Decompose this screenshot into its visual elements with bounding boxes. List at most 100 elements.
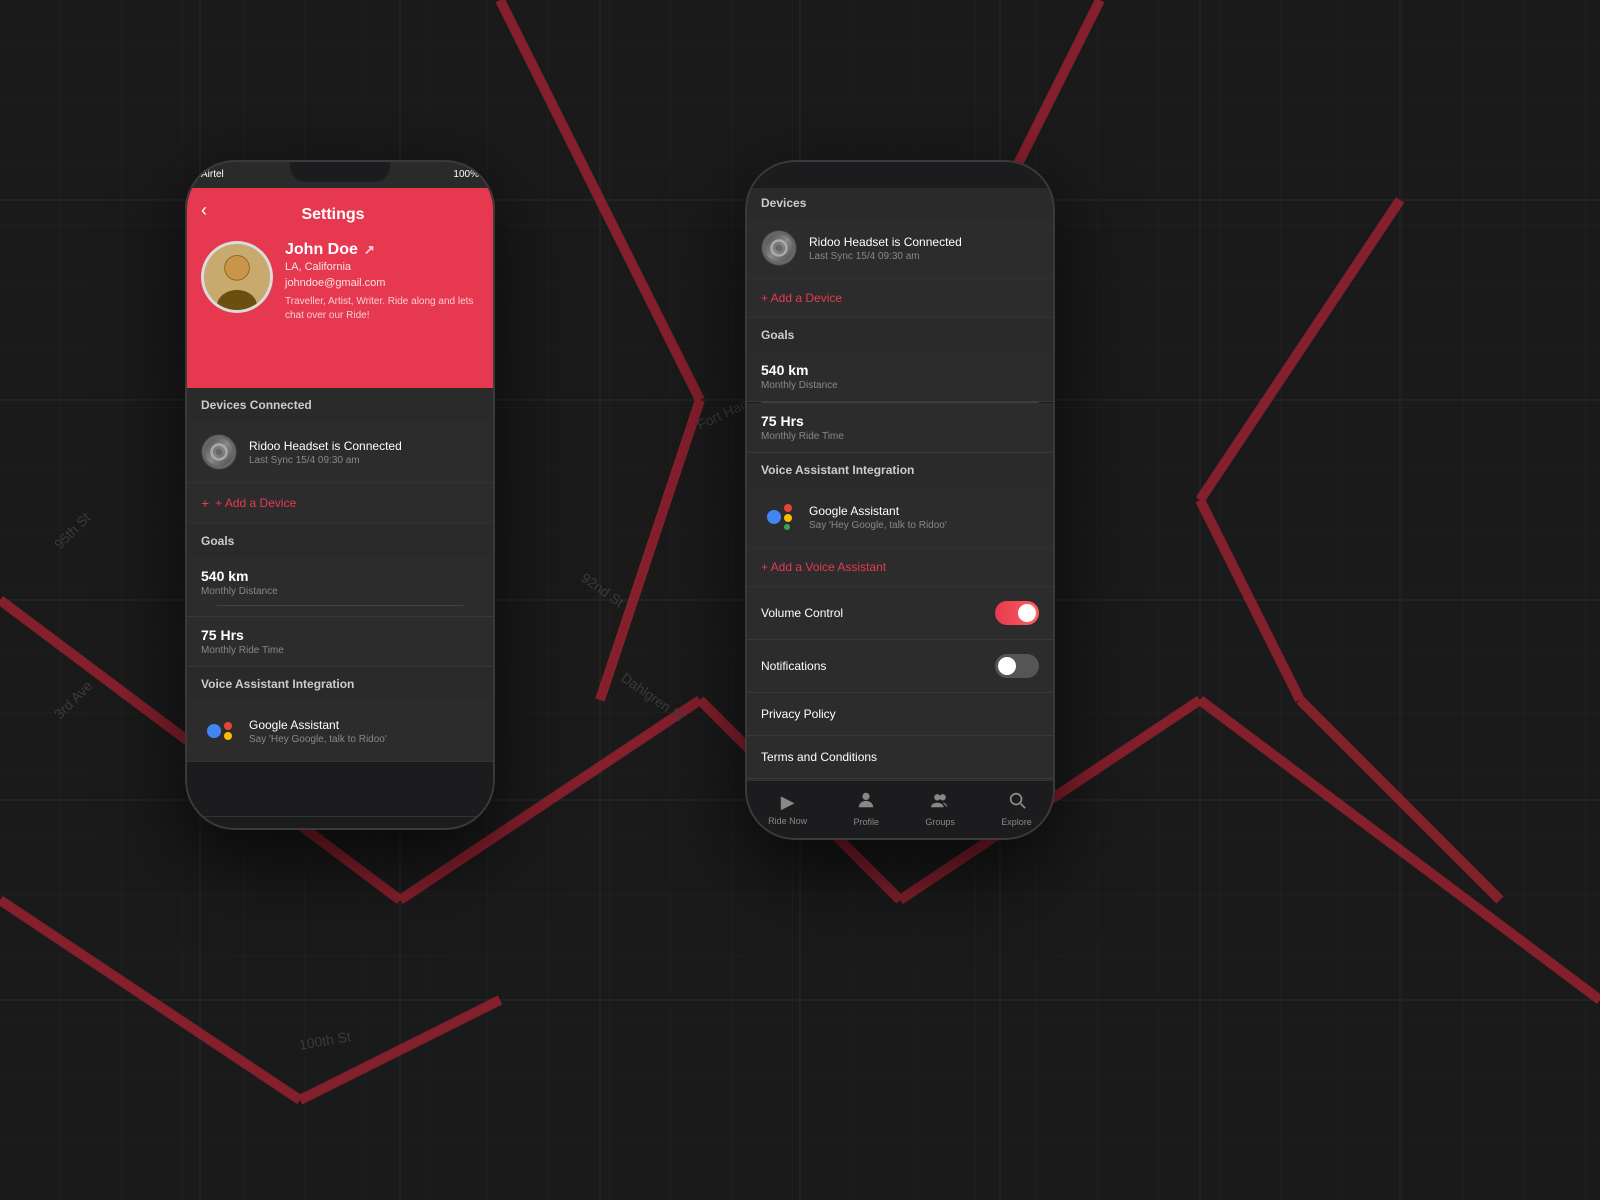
ride-now-icon-right: ▶ [781, 792, 795, 813]
volume-label: Volume Control [761, 606, 843, 620]
goal-value-right-1: 75 Hrs [761, 413, 1039, 429]
goal-item-0: 540 km Monthly Distance [185, 558, 495, 617]
google-dots [207, 722, 232, 740]
nav-ride-now-left[interactable]: ▶ Ride Now [208, 828, 247, 831]
volume-toggle[interactable] [995, 601, 1039, 625]
goal-label-right-1: Monthly Ride Time [761, 431, 1039, 442]
volume-knob [1018, 604, 1036, 622]
add-voice-assistant[interactable]: + Add a Voice Assistant [745, 548, 1055, 587]
explore-label-right: Explore [1001, 817, 1032, 827]
google-dots-right [767, 504, 792, 530]
goal-value-1: 75 Hrs [201, 627, 479, 643]
dot-blue-right [767, 510, 781, 524]
explore-icon [448, 827, 466, 831]
bottom-nav-right: ▶ Ride Now Profile Groups [745, 780, 1055, 840]
explore-icon-right [1008, 791, 1026, 814]
volume-toggle-item[interactable]: Volume Control [745, 587, 1055, 640]
avatar [201, 241, 273, 313]
ride-now-label-right: Ride Now [768, 816, 807, 826]
dot-red-right [784, 504, 792, 512]
voice-section-header: Voice Assistant Integration [185, 667, 495, 701]
dot-yellow [224, 732, 232, 740]
left-scroll-content[interactable]: Devices Connected Ridoo Headset is Conne… [185, 388, 495, 816]
ring-icon-right [762, 231, 796, 265]
left-header: ‹ Settings John Doe ↗ LA, California [185, 188, 495, 388]
goals-section-header: Goals [185, 524, 495, 558]
dot-red [224, 722, 232, 730]
profile-icon [297, 827, 315, 831]
device-sync-right: Last Sync 15/4 09:30 am [809, 251, 1039, 262]
assistant-text-right: Google Assistant Say 'Hey Google, talk t… [809, 504, 1039, 531]
profile-icon-right [857, 791, 875, 814]
assistant-hint: Say 'Hey Google, talk to Ridoo' [249, 734, 479, 745]
nav-ride-now-right[interactable]: ▶ Ride Now [768, 792, 807, 826]
left-phone: Airtel 100% ‹ Settings John Doe [185, 160, 495, 830]
notifications-toggle-item[interactable]: Notifications [745, 640, 1055, 693]
svg-text:95th St: 95th St [51, 509, 94, 552]
status-bar-left: Airtel 100% [185, 160, 495, 188]
nav-groups-right[interactable]: Groups [925, 791, 955, 827]
devices-section-header: Devices Connected [185, 388, 495, 422]
nav-profile-right[interactable]: Profile [854, 791, 880, 827]
device-name-right: Ridoo Headset is Connected [809, 235, 1039, 249]
nav-profile-left[interactable]: Profile [294, 827, 320, 831]
device-text: Ridoo Headset is Connected Last Sync 15/… [249, 439, 479, 466]
nav-explore-right[interactable]: Explore [1001, 791, 1032, 827]
goal-value-right-0: 540 km [761, 362, 1039, 378]
device-text-right: Ridoo Headset is Connected Last Sync 15/… [809, 235, 1039, 262]
nav-explore-left[interactable]: Explore [441, 827, 472, 831]
profile-bio: Traveller, Artist, Writer. Ride along an… [285, 295, 479, 323]
assistant-text: Google Assistant Say 'Hey Google, talk t… [249, 718, 479, 745]
edit-icon[interactable]: ↗ [364, 242, 375, 258]
add-device-left[interactable]: + + Add a Device [185, 483, 495, 524]
nav-groups-left[interactable]: Groups [365, 827, 395, 831]
assistant-name-right: Google Assistant [809, 504, 1039, 518]
notifications-knob [998, 657, 1016, 675]
notifications-toggle[interactable] [995, 654, 1039, 678]
right-phone: Devices Ridoo Headset is Connected Last … [745, 160, 1055, 840]
terms-conditions-label: Terms and Conditions [761, 750, 877, 764]
device-item-right: Ridoo Headset is Connected Last Sync 15/… [745, 218, 1055, 279]
goal-label-1: Monthly Ride Time [201, 645, 479, 656]
groups-icon-right [931, 791, 949, 814]
svg-text:Dahlgren Pl: Dahlgren Pl [618, 669, 687, 724]
profile-location: LA, California [285, 261, 479, 273]
add-device-label: + Add a Device [215, 496, 296, 510]
goal-label-right-0: Monthly Distance [761, 380, 1039, 391]
svg-text:100th St: 100th St [298, 1028, 352, 1053]
svg-text:92nd St: 92nd St [578, 569, 627, 610]
goal-item-1: 75 Hrs Monthly Ride Time [185, 617, 495, 667]
profile-name: John Doe ↗ [285, 241, 479, 259]
profile-email: johndoe@gmail.com [285, 277, 479, 289]
device-name: Ridoo Headset is Connected [249, 439, 479, 453]
notch-right [850, 160, 950, 182]
status-bar-right [745, 160, 1055, 188]
goal-label-0: Monthly Distance [201, 586, 479, 597]
goals-section-header-right: Goals [745, 318, 1055, 352]
bottom-nav-left: ▶ Ride Now Profile Groups [185, 816, 495, 830]
settings-title: Settings [301, 206, 364, 224]
profile-info: John Doe ↗ LA, California johndoe@gmail.… [285, 241, 479, 323]
device-icon [201, 434, 237, 470]
goal-item-right-1: 75 Hrs Monthly Ride Time [745, 403, 1055, 453]
goal-item-right-0: 540 km Monthly Distance [745, 352, 1055, 402]
profile-label-right: Profile [854, 817, 880, 827]
right-scroll-content[interactable]: Devices Ridoo Headset is Connected Last … [745, 188, 1055, 780]
dot-blue [207, 724, 221, 738]
carrier-left: Airtel [201, 169, 224, 180]
ride-now-icon: ▶ [221, 828, 235, 831]
assistant-hint-right: Say 'Hey Google, talk to Ridoo' [809, 520, 1039, 531]
add-device-right[interactable]: + Add a Device [745, 279, 1055, 318]
devices-section-header-right: Devices [745, 188, 1055, 218]
groups-label-right: Groups [925, 817, 955, 827]
voice-section-header-right: Voice Assistant Integration [745, 453, 1055, 487]
add-voice-label: + Add a Voice Assistant [761, 560, 886, 574]
assistant-name: Google Assistant [249, 718, 479, 732]
privacy-policy-item[interactable]: Privacy Policy [745, 693, 1055, 736]
devices-title-right: Devices [761, 196, 806, 210]
ring-icon [202, 435, 236, 469]
terms-conditions-item[interactable]: Terms and Conditions [745, 736, 1055, 779]
dot-green-right [784, 524, 790, 530]
device-icon-right [761, 230, 797, 266]
back-button[interactable]: ‹ [201, 200, 207, 221]
